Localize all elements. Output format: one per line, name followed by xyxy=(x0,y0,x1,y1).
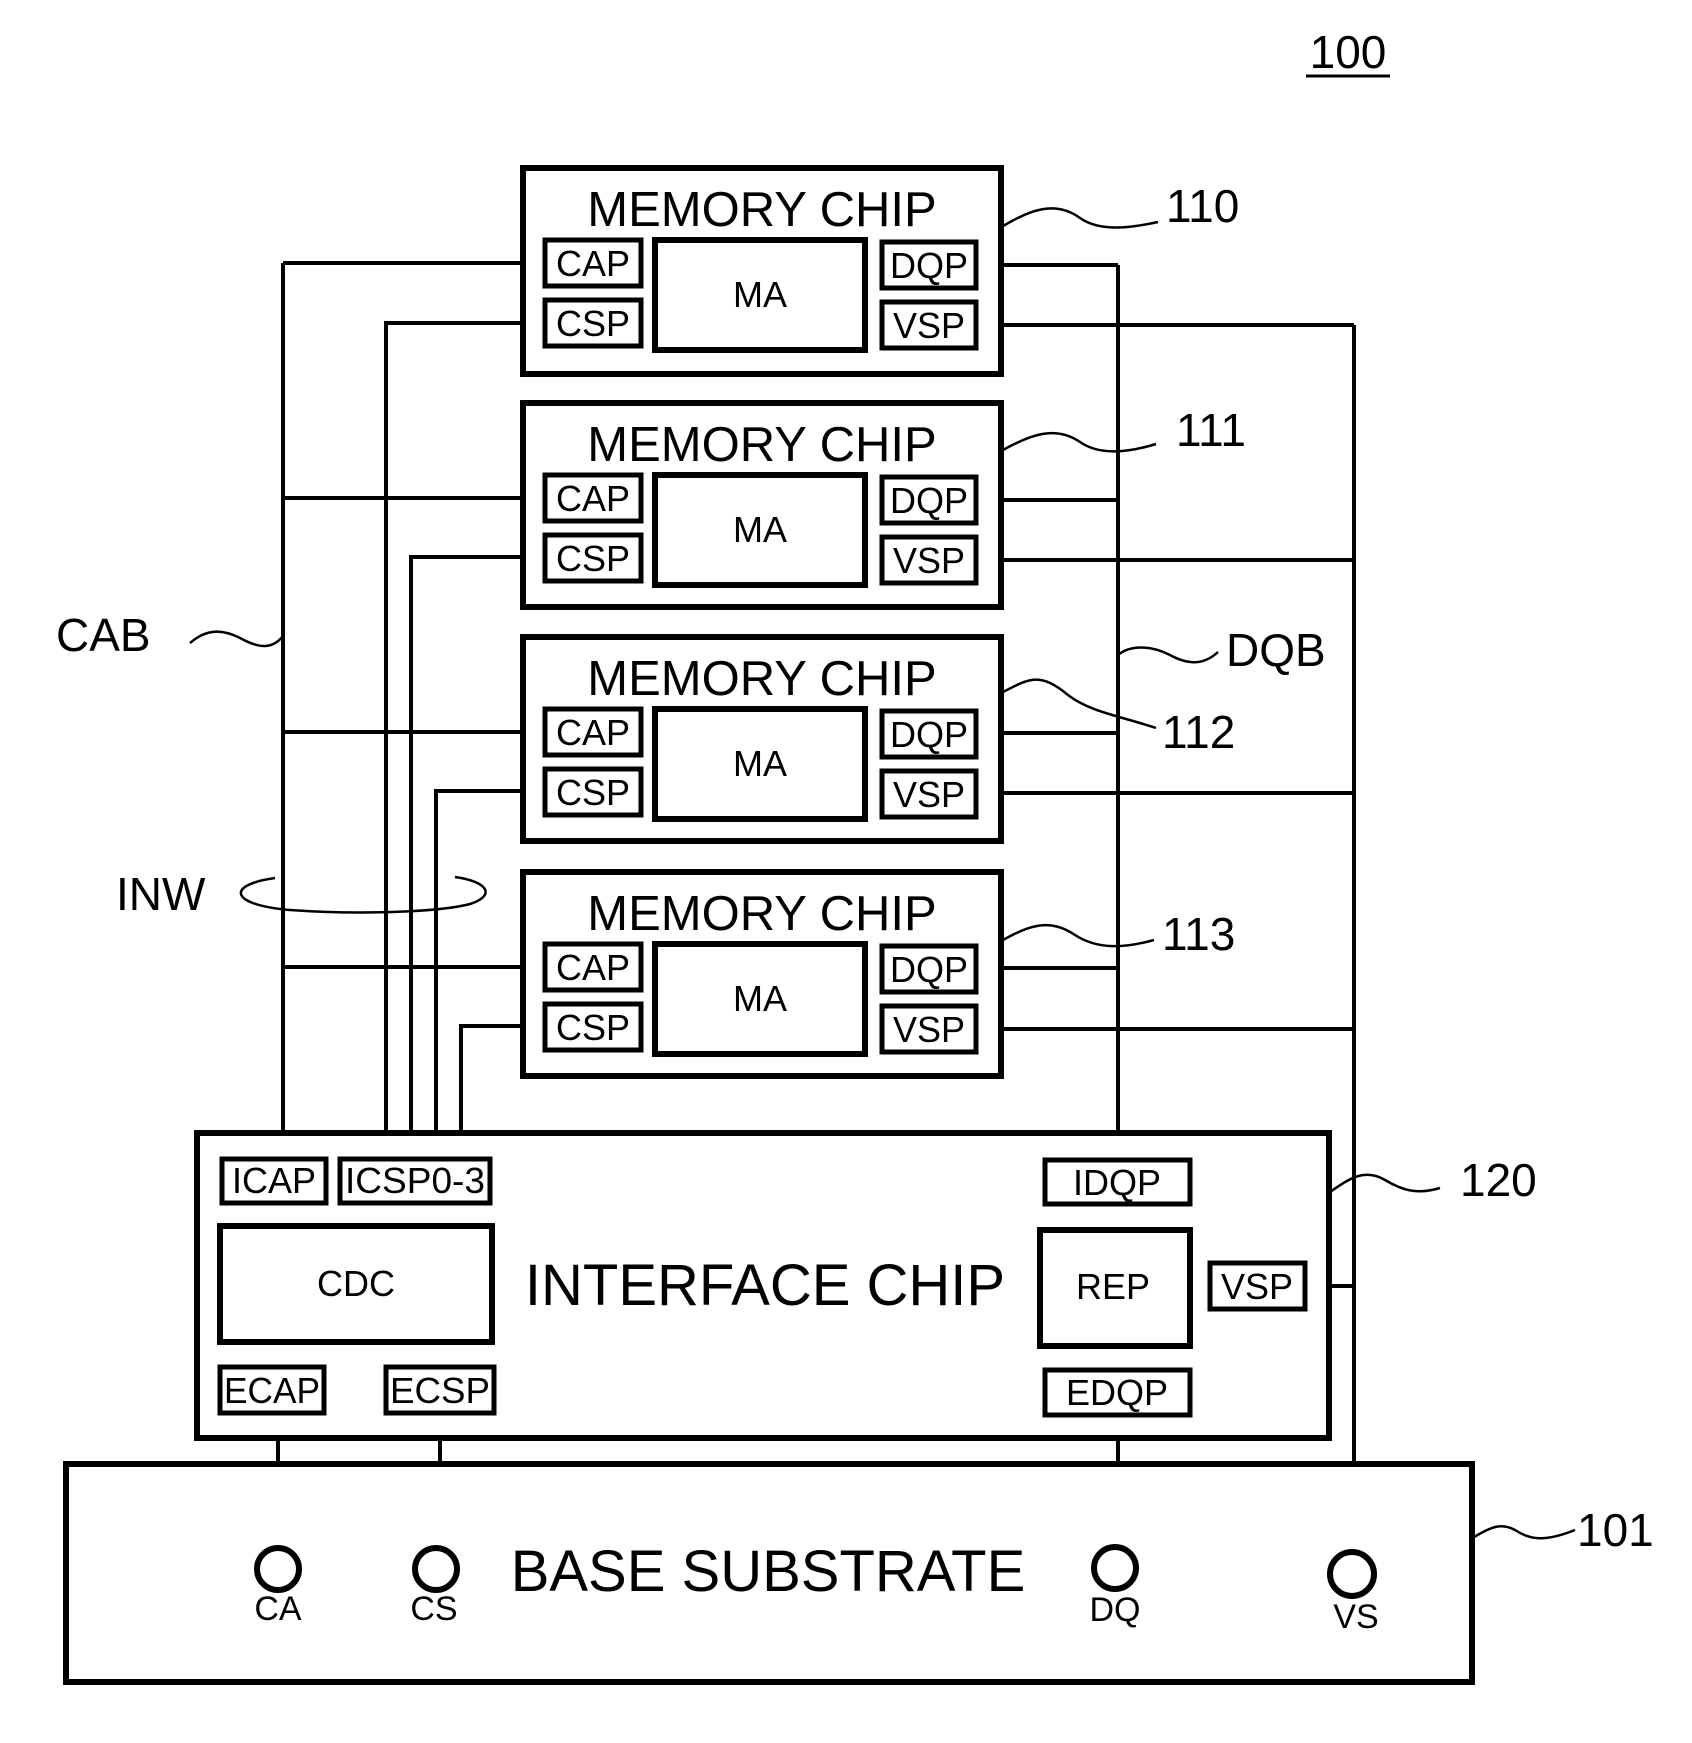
memory-chip-112: MEMORY CHIP CAP CSP MA DQP VSP xyxy=(520,634,1004,844)
vsp-pad-label: VSP xyxy=(893,305,965,346)
cs-pin xyxy=(412,1545,460,1593)
stacked-memory-diagram: 100 MEMORY CHIP CAP CSP MA DQP VSP MEMOR… xyxy=(56,26,1654,1685)
vs-pin xyxy=(1327,1549,1377,1599)
vsp-pad-label: VSP xyxy=(1221,1266,1293,1307)
ca-pin-label: CA xyxy=(254,1590,302,1628)
base-substrate-title: BASE SUBSTRATE xyxy=(511,1539,1026,1604)
memory-array-label: MA xyxy=(733,509,787,550)
interface-chip-120: ICAP ICSP0-3 CDC ECAP ECSP INTERFACE CHI… xyxy=(194,1130,1332,1441)
cap-pad-label: CAP xyxy=(556,947,630,988)
leader-112 xyxy=(1002,678,1157,730)
vsp-pad-label: VSP xyxy=(893,540,965,581)
csp-pad-label: CSP xyxy=(556,1007,630,1048)
csp-pad-label: CSP xyxy=(556,772,630,813)
inw-ellipse xyxy=(239,875,487,914)
memory-chip-title: MEMORY CHIP xyxy=(587,183,936,237)
memory-array-label: MA xyxy=(733,978,787,1019)
leader-113 xyxy=(1002,923,1155,948)
memory-chip-title: MEMORY CHIP xyxy=(587,652,936,706)
cdc-block-label: CDC xyxy=(317,1263,395,1304)
memory-chip-title: MEMORY CHIP xyxy=(587,887,936,941)
ref-113: 113 xyxy=(1162,908,1235,960)
rep-block-label: REP xyxy=(1076,1266,1150,1307)
dqp-pad-label: DQP xyxy=(890,714,968,755)
ecap-pad-label: ECAP xyxy=(224,1370,320,1411)
memory-chip-title: MEMORY CHIP xyxy=(587,418,936,472)
ref-101: 101 xyxy=(1577,1504,1654,1556)
cab-leader xyxy=(189,630,284,648)
idqp-pad-label: IDQP xyxy=(1073,1162,1161,1203)
memory-chip-111: MEMORY CHIP CAP CSP MA DQP VSP xyxy=(520,400,1004,610)
leader-120 xyxy=(1329,1173,1441,1194)
inw-label: INW xyxy=(116,868,206,920)
cs-pin-label: CS xyxy=(410,1590,457,1628)
icsp-pad-label: ICSP0-3 xyxy=(345,1160,485,1201)
memory-chip-113: MEMORY CHIP CAP CSP MA DQP VSP xyxy=(520,869,1004,1079)
cap-pad-label: CAP xyxy=(556,712,630,753)
dqb-label: DQB xyxy=(1226,624,1326,676)
ecsp-pad-label: ECSP xyxy=(390,1370,490,1411)
interface-chip-title: INTERFACE CHIP xyxy=(525,1253,1005,1318)
vsp-pad-label: VSP xyxy=(893,1009,965,1050)
ref-110: 110 xyxy=(1166,180,1239,232)
ref-120: 120 xyxy=(1460,1154,1537,1206)
csp-pad-label: CSP xyxy=(556,303,630,344)
cap-pad-label: CAP xyxy=(556,243,630,284)
dqp-pad-label: DQP xyxy=(890,949,968,990)
dq-pin-label: DQ xyxy=(1090,1591,1141,1629)
leader-111 xyxy=(1002,431,1157,453)
dqp-pad-label: DQP xyxy=(890,480,968,521)
memory-array-label: MA xyxy=(733,743,787,784)
cap-pad-label: CAP xyxy=(556,478,630,519)
csp-pad-label: CSP xyxy=(556,538,630,579)
base-substrate-101: BASE SUBSTRATE CA CS DQ VS xyxy=(63,1461,1475,1685)
leader-101 xyxy=(1473,1525,1576,1540)
memory-chip-110: MEMORY CHIP CAP CSP MA DQP VSP xyxy=(520,165,1004,377)
memory-array-label: MA xyxy=(733,274,787,315)
leader-110 xyxy=(1002,207,1159,229)
ref-111: 111 xyxy=(1176,404,1246,456)
figure-ref: 100 xyxy=(1310,26,1387,78)
edqp-pad-label: EDQP xyxy=(1066,1372,1168,1413)
cab-label: CAB xyxy=(56,609,151,661)
dq-pin xyxy=(1091,1544,1139,1592)
ca-pin xyxy=(254,1545,302,1593)
vsp-pad-label: VSP xyxy=(893,774,965,815)
dqb-leader xyxy=(1117,646,1219,664)
ref-112: 112 xyxy=(1162,706,1235,758)
dqp-pad-label: DQP xyxy=(890,245,968,286)
vs-pin-label: VS xyxy=(1333,1598,1378,1636)
icap-pad-label: ICAP xyxy=(232,1160,316,1201)
